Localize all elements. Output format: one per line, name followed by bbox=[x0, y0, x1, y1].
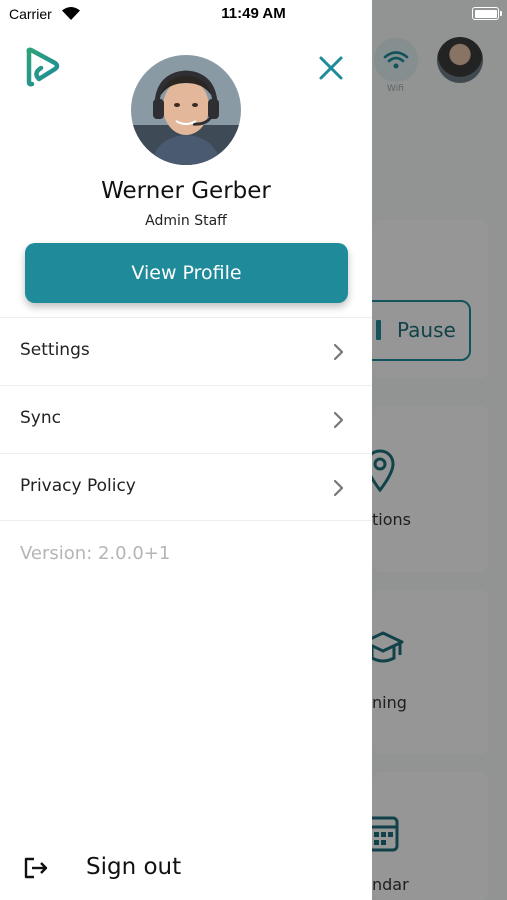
battery-icon bbox=[472, 7, 502, 20]
app-logo-icon bbox=[26, 47, 60, 87]
menu-item-sync[interactable]: Sync bbox=[0, 385, 372, 453]
sign-out-icon bbox=[24, 857, 48, 879]
menu-divider bbox=[0, 520, 372, 521]
sign-out-button[interactable]: Sign out bbox=[20, 846, 220, 890]
user-name: Werner Gerber bbox=[101, 178, 271, 204]
chevron-right-icon bbox=[333, 343, 344, 361]
menu-item-label: Settings bbox=[20, 340, 90, 360]
user-role: Admin Staff bbox=[145, 213, 227, 229]
view-profile-button[interactable]: View Profile bbox=[25, 243, 348, 303]
chevron-right-icon bbox=[333, 411, 344, 429]
avatar-photo bbox=[131, 55, 241, 165]
app-version: Version: 2.0.0+1 bbox=[20, 543, 171, 564]
menu-item-privacy-policy[interactable]: Privacy Policy bbox=[0, 453, 372, 521]
status-bar: Carrier 11:49 AM bbox=[0, 0, 507, 30]
menu-item-label: Sync bbox=[20, 408, 61, 428]
avatar bbox=[131, 55, 241, 165]
side-drawer: Werner Gerber Admin Staff View Profile S… bbox=[0, 0, 372, 900]
close-icon bbox=[319, 56, 343, 80]
menu-item-settings[interactable]: Settings bbox=[0, 317, 372, 385]
status-time: 11:49 AM bbox=[221, 5, 286, 22]
menu-item-label: Privacy Policy bbox=[20, 476, 136, 496]
close-button[interactable] bbox=[316, 53, 346, 83]
chevron-right-icon bbox=[333, 479, 344, 497]
sign-out-label: Sign out bbox=[86, 854, 182, 880]
